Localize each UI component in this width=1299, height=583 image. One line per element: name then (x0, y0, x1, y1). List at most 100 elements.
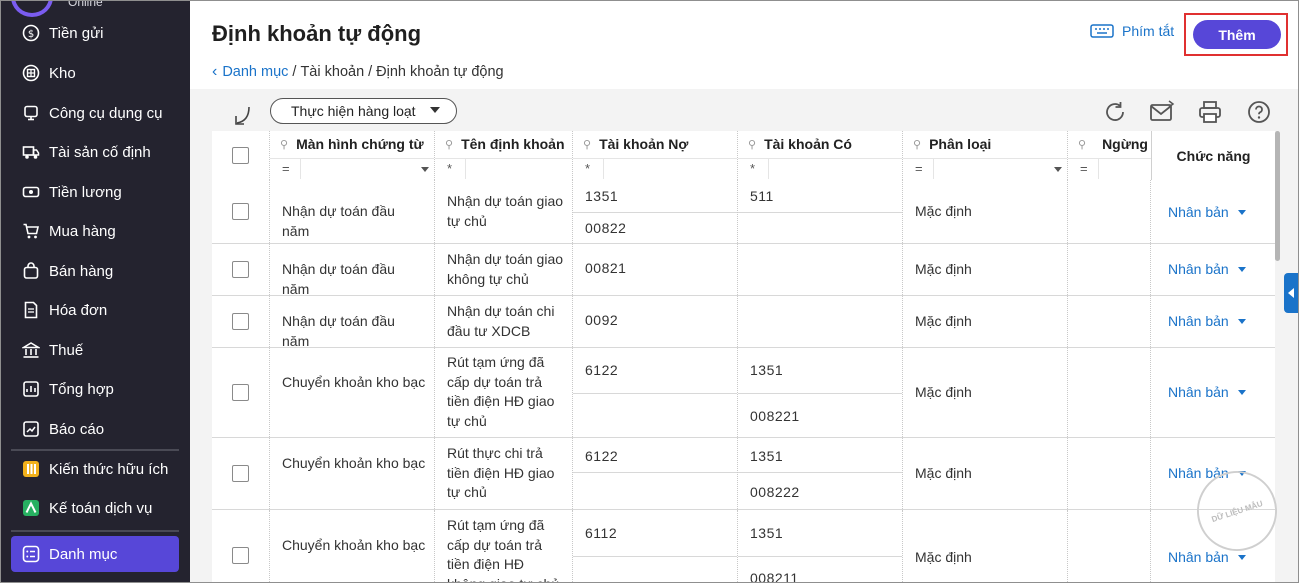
side-panel-toggle[interactable] (1284, 273, 1298, 313)
filter-operator[interactable]: = (1080, 161, 1088, 176)
sidebar-item-tien-gui[interactable]: $ Tiền gửi (11, 15, 179, 51)
col-header-inactive[interactable]: ⚲ Ngừng = (1068, 131, 1158, 180)
batch-action-dropdown[interactable]: Thực hiện hàng loạt (270, 98, 457, 124)
filter-input[interactable] (300, 159, 434, 179)
refresh-icon[interactable] (1102, 99, 1128, 125)
cart-icon (21, 222, 40, 241)
row-checkbox[interactable] (232, 313, 249, 330)
shortcut-button[interactable]: Phím tắt (1090, 23, 1174, 39)
collapse-arrow-icon[interactable] (233, 105, 253, 127)
sidebar-item-hoa-don[interactable]: Hóa đơn (11, 292, 179, 328)
table-row[interactable]: Chuyển khoản kho bạc Rút tạm ứng đã cấp … (212, 510, 1275, 582)
pin-icon[interactable]: ⚲ (913, 138, 921, 151)
filter-input[interactable] (603, 159, 737, 179)
pin-icon[interactable]: ⚲ (280, 138, 288, 151)
cell-debit: 00821 (573, 244, 738, 295)
filter-operator[interactable]: = (282, 161, 290, 176)
row-checkbox[interactable] (232, 203, 249, 220)
filter-credit[interactable]: * (738, 158, 902, 179)
filter-input[interactable] (1098, 159, 1158, 179)
duplicate-action[interactable]: Nhân bản (1168, 549, 1246, 565)
row-select-cell (212, 510, 270, 582)
sidebar-item-label: Kiến thức hữu ích (49, 460, 169, 478)
breadcrumb-item-tai-khoan[interactable]: Tài khoản (300, 64, 364, 80)
email-send-icon[interactable] (1149, 99, 1175, 125)
col-header-debit[interactable]: ⚲ Tài khoản Nợ * (573, 131, 738, 180)
duplicate-action[interactable]: Nhân bản (1168, 313, 1246, 329)
debit-account: 1351 (585, 188, 619, 204)
vertical-scrollbar[interactable] (1275, 131, 1280, 261)
table-row[interactable]: Nhận dự toán đầu năm Nhận dự toán chi đầ… (212, 296, 1275, 349)
table-row[interactable]: Chuyển khoản kho bạc Rút tạm ứng đã cấp … (212, 348, 1275, 438)
col-title: Màn hình chứng từ (296, 136, 424, 152)
filter-operator[interactable]: = (915, 161, 923, 176)
caret-down-icon[interactable] (1237, 266, 1246, 272)
filter-operator[interactable]: * (585, 161, 590, 176)
sidebar-item-mua-hang[interactable]: Mua hàng (11, 213, 179, 249)
cell-credit: 1351 008222 (738, 438, 903, 509)
row-select-cell (212, 244, 270, 295)
row-select-cell (212, 296, 270, 347)
table-row[interactable]: Nhận dự toán đầu năm Nhận dự toán giao k… (212, 244, 1275, 297)
row-checkbox[interactable] (232, 384, 249, 401)
col-header-type[interactable]: ⚲ Phân loại = (903, 131, 1068, 180)
filter-operator[interactable]: * (447, 161, 452, 176)
sidebar-item-kien-thuc[interactable]: Kiến thức hữu ích (11, 451, 179, 487)
duplicate-action[interactable]: Nhân bản (1168, 204, 1246, 220)
filter-operator[interactable]: * (750, 161, 755, 176)
filter-screen[interactable]: = (270, 158, 434, 179)
filter-input[interactable] (465, 159, 572, 179)
print-icon[interactable] (1197, 99, 1223, 125)
filter-inactive[interactable]: = (1068, 158, 1158, 179)
pin-icon[interactable]: ⚲ (1078, 138, 1086, 151)
salary-icon (21, 183, 40, 202)
row-checkbox[interactable] (232, 465, 249, 482)
col-header-screen[interactable]: ⚲ Màn hình chứng từ = (270, 131, 435, 180)
sidebar-item-ban-hang[interactable]: Bán hàng (11, 253, 179, 289)
pin-icon[interactable]: ⚲ (583, 138, 591, 151)
sidebar-item-tong-hop[interactable]: Tổng hợp (11, 371, 179, 407)
sub-divider (738, 393, 902, 394)
caret-down-icon[interactable] (1237, 554, 1246, 560)
duplicate-action[interactable]: Nhân bản (1168, 261, 1246, 277)
help-icon[interactable] (1246, 99, 1272, 125)
cell-text: Mặc định (915, 261, 972, 277)
cell-screen: Chuyển khoản kho bạc (270, 438, 435, 509)
col-header-name[interactable]: ⚲ Tên định khoản * (435, 131, 573, 180)
caret-down-icon[interactable] (1237, 209, 1246, 215)
breadcrumb-link-danh-muc[interactable]: ‹ Danh mục (212, 63, 288, 81)
filter-dropdown-icon[interactable] (421, 167, 429, 172)
sidebar-item-kho[interactable]: Kho (11, 55, 179, 91)
duplicate-action[interactable]: Nhân bản (1168, 384, 1246, 400)
cell-inactive (1068, 438, 1151, 509)
select-all-checkbox[interactable] (232, 147, 249, 164)
debit-account: 0092 (585, 312, 619, 328)
truck-icon (21, 143, 40, 162)
sidebar-item-danh-muc[interactable]: Danh mục (11, 536, 179, 572)
caret-down-icon[interactable] (1237, 389, 1246, 395)
filter-type[interactable]: = (903, 158, 1067, 179)
sidebar-item-tien-luong[interactable]: Tiền lương (11, 174, 179, 210)
sidebar-item-thue[interactable]: Thuế (11, 332, 179, 368)
debit-account: 00822 (585, 220, 627, 236)
pin-icon[interactable]: ⚲ (445, 138, 453, 151)
filter-name[interactable]: * (435, 158, 572, 179)
filter-input[interactable] (768, 159, 902, 179)
table-row[interactable]: Nhận dự toán đầu năm Nhận dự toán giao t… (212, 180, 1275, 244)
sidebar-item-bao-cao[interactable]: Báo cáo (11, 411, 179, 447)
row-checkbox[interactable] (232, 261, 249, 278)
sidebar-item-cong-cu[interactable]: Công cụ dụng cụ (11, 95, 179, 131)
filter-debit[interactable]: * (573, 158, 737, 179)
row-checkbox[interactable] (232, 547, 249, 564)
breadcrumb: ‹ Danh mục / Tài khoản / Định khoản tự độ… (212, 63, 504, 81)
filter-dropdown-icon[interactable] (1054, 167, 1062, 172)
sidebar-item-tai-san[interactable]: Tài sản cố định (11, 134, 179, 170)
sidebar-item-ke-toan-dich-vu[interactable]: Kế toán dịch vụ (11, 490, 179, 526)
caret-down-icon[interactable] (1237, 318, 1246, 324)
filter-input[interactable] (933, 159, 1067, 179)
pin-icon[interactable]: ⚲ (748, 138, 756, 151)
col-header-credit[interactable]: ⚲ Tài khoản Có * (738, 131, 903, 180)
table-row[interactable]: Chuyển khoản kho bạc Rút thực chi trả ti… (212, 438, 1275, 510)
add-button[interactable]: Thêm (1193, 20, 1281, 49)
sidebar-divider (11, 530, 179, 532)
